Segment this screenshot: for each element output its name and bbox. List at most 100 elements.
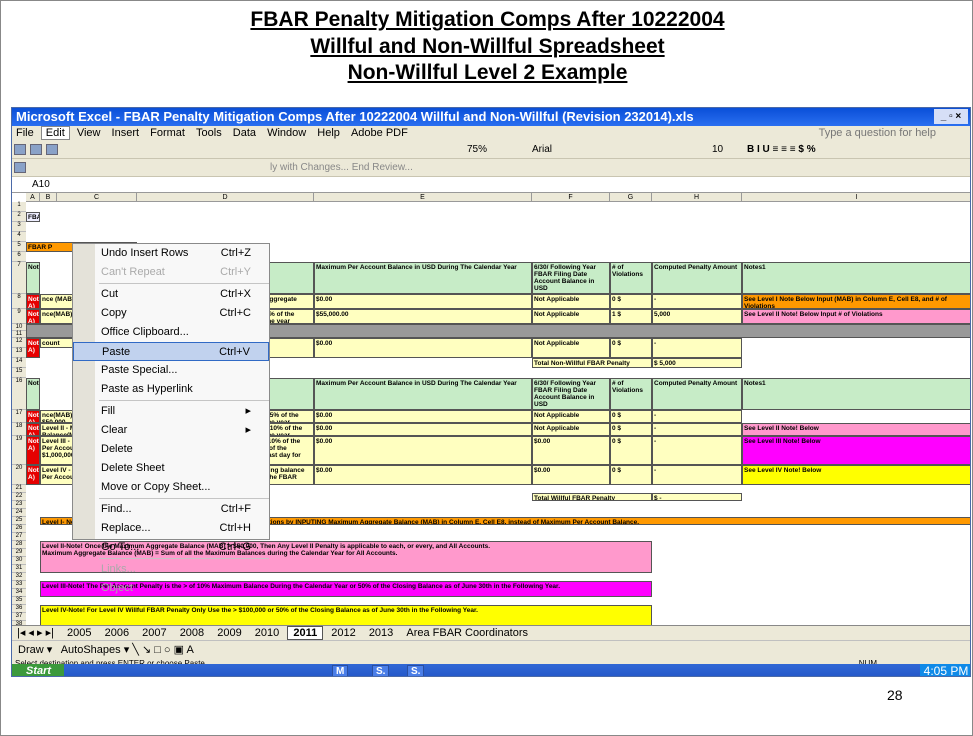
zoom-box[interactable]: 75% [467, 141, 487, 159]
save-icon[interactable] [46, 144, 58, 155]
sheet-tab[interactable]: 2005 [62, 627, 96, 639]
row-header[interactable]: 32 [12, 573, 26, 581]
row-header[interactable]: 11 [12, 331, 26, 338]
font-box[interactable]: Arial [532, 141, 552, 159]
spreadsheet-cell[interactable]: 6/30/ Following Year FBAR Filing Date Ac… [532, 378, 610, 410]
row-header[interactable]: 27 [12, 533, 26, 541]
spreadsheet-cell[interactable]: Maximum Per Account Balance in USD Durin… [314, 378, 532, 410]
menu-item[interactable]: Office Clipboard... [73, 323, 269, 342]
spreadsheet-cell[interactable]: # of Violations [610, 262, 652, 294]
spreadsheet-cell[interactable]: Level IV-Note! For Level IV Willful FBAR… [40, 605, 652, 625]
name-box[interactable]: A10 [32, 177, 50, 193]
taskbar-button[interactable]: S. [372, 665, 390, 676]
spreadsheet-cell[interactable]: Notes [26, 262, 40, 294]
spreadsheet-cell[interactable]: $0.00 [314, 410, 532, 423]
row-header[interactable]: 35 [12, 597, 26, 605]
menu-item[interactable]: Go To... Ctrl+G [73, 538, 269, 557]
review-links[interactable]: ly with Changes... End Review... [270, 159, 413, 177]
spreadsheet-cell[interactable]: Maximum Per Account Balance in USD Durin… [314, 262, 532, 294]
row-header[interactable]: 26 [12, 525, 26, 533]
row-header[interactable]: 17 [12, 410, 26, 423]
row-header[interactable]: 4 [12, 232, 26, 242]
row-header[interactable]: 28 [12, 541, 26, 549]
spreadsheet-cell[interactable]: See Level IV Note! Below [742, 465, 970, 485]
menu-tools[interactable]: Tools [192, 127, 226, 139]
sheet-tab[interactable]: 2010 [250, 627, 284, 639]
spreadsheet-cell[interactable]: Note! A) [26, 309, 40, 324]
spreadsheet-cell[interactable]: 0 $ [610, 423, 652, 436]
spreadsheet-cell[interactable]: 0 $ [610, 410, 652, 423]
taskbar-button[interactable]: M [332, 665, 349, 676]
menu-data[interactable]: Data [229, 127, 260, 139]
spreadsheet-cell[interactable]: Note! A) [26, 465, 40, 485]
draw-menu[interactable]: Draw ▾ [12, 644, 58, 656]
menu-item[interactable]: Paste Ctrl+V [73, 342, 269, 361]
row-header[interactable]: 21 [12, 485, 26, 493]
spreadsheet-cell[interactable]: Note! A) [26, 436, 40, 465]
spreadsheet-cell[interactable]: Note! A) [26, 423, 40, 436]
row-header[interactable]: 29 [12, 549, 26, 557]
spreadsheet-cell[interactable]: Note! A) [26, 338, 40, 358]
spreadsheet-cell[interactable]: 0 $ [610, 465, 652, 485]
start-button[interactable]: Start [12, 664, 64, 676]
row-header[interactable]: 37 [12, 613, 26, 621]
column-header[interactable]: F [532, 193, 610, 202]
autoshapes-menu[interactable]: AutoShapes ▾ [61, 644, 130, 656]
column-header[interactable]: C [57, 193, 137, 202]
row-header[interactable]: 15 [12, 368, 26, 378]
spreadsheet-cell[interactable]: Computed Penalty Amount [652, 262, 742, 294]
spreadsheet-cell[interactable]: 0 $ [610, 436, 652, 465]
format-buttons-icon[interactable]: B I U ≡ ≡ ≡ $ % [747, 141, 816, 159]
spreadsheet-cell[interactable]: Note! A) [26, 410, 40, 423]
row-header[interactable]: 23 [12, 501, 26, 509]
menu-item[interactable]: Delete [73, 440, 269, 459]
sheet-tab[interactable]: 2007 [137, 627, 171, 639]
menu-item[interactable]: Find... Ctrl+F [73, 500, 269, 519]
row-header[interactable]: 30 [12, 557, 26, 565]
spreadsheet-cell[interactable]: See Level II Note! Below Input # of Viol… [742, 309, 970, 324]
row-header[interactable]: 6 [12, 252, 26, 262]
spreadsheet-cell[interactable]: Not Applicable [532, 423, 610, 436]
spreadsheet-cell[interactable]: Notes1 [742, 378, 970, 410]
column-header[interactable]: B [40, 193, 57, 202]
menu-item[interactable]: Move or Copy Sheet... [73, 478, 269, 497]
spreadsheet-cell[interactable]: $0.00 [314, 436, 532, 465]
window-controls[interactable]: _ ▫ × [934, 109, 968, 124]
column-header[interactable]: E [314, 193, 532, 202]
row-header[interactable]: 7 [12, 262, 26, 294]
spreadsheet-cell[interactable]: $0.00 [314, 423, 532, 436]
menu-window[interactable]: Window [263, 127, 310, 139]
row-header[interactable]: 1 [12, 202, 26, 212]
spreadsheet-cell[interactable]: $0.00 [314, 294, 532, 309]
menu-item[interactable]: Undo Insert Rows Ctrl+Z [73, 244, 269, 263]
spreadsheet-cell[interactable]: See Level II Note! Below [742, 423, 970, 436]
menu-format[interactable]: Format [146, 127, 189, 139]
row-header[interactable]: 10 [12, 324, 26, 331]
menu-item[interactable]: Paste as Hyperlink [73, 380, 269, 399]
spreadsheet-cell[interactable]: FBAR [26, 212, 40, 222]
row-header[interactable]: 3 [12, 222, 26, 232]
row-header[interactable]: 20 [12, 465, 26, 485]
menu-help[interactable]: Help [313, 127, 344, 139]
menu-item[interactable]: Copy Ctrl+C [73, 304, 269, 323]
spreadsheet-cell[interactable]: Note! A) [26, 294, 40, 309]
menu-view[interactable]: View [73, 127, 105, 139]
spreadsheet-cell[interactable]: - [652, 423, 742, 436]
row-header[interactable]: 8 [12, 294, 26, 309]
tab-nav-icon[interactable]: |◂ ◂ ▸ ▸| [12, 627, 59, 639]
row-header[interactable]: 22 [12, 493, 26, 501]
new-icon[interactable] [14, 144, 26, 155]
spreadsheet-cell[interactable]: $55,000.00 [314, 309, 532, 324]
spreadsheet-cell[interactable]: Not Applicable [532, 410, 610, 423]
sheet-tab[interactable]: 2006 [100, 627, 134, 639]
spreadsheet-cell[interactable]: See Level III Note! Below [742, 436, 970, 465]
sheet-tab[interactable]: 2013 [364, 627, 398, 639]
spreadsheet-cell[interactable]: # of Violations [610, 378, 652, 410]
spreadsheet-cell[interactable]: - [652, 410, 742, 423]
row-header[interactable]: 14 [12, 358, 26, 368]
spreadsheet-cell[interactable]: - [652, 338, 742, 358]
spreadsheet-cell[interactable]: $0.00 [532, 465, 610, 485]
menu-edit[interactable]: Edit [40, 126, 70, 140]
spreadsheet-cell[interactable]: $ - [652, 493, 742, 501]
spreadsheet-cell[interactable]: Computed Penalty Amount [652, 378, 742, 410]
